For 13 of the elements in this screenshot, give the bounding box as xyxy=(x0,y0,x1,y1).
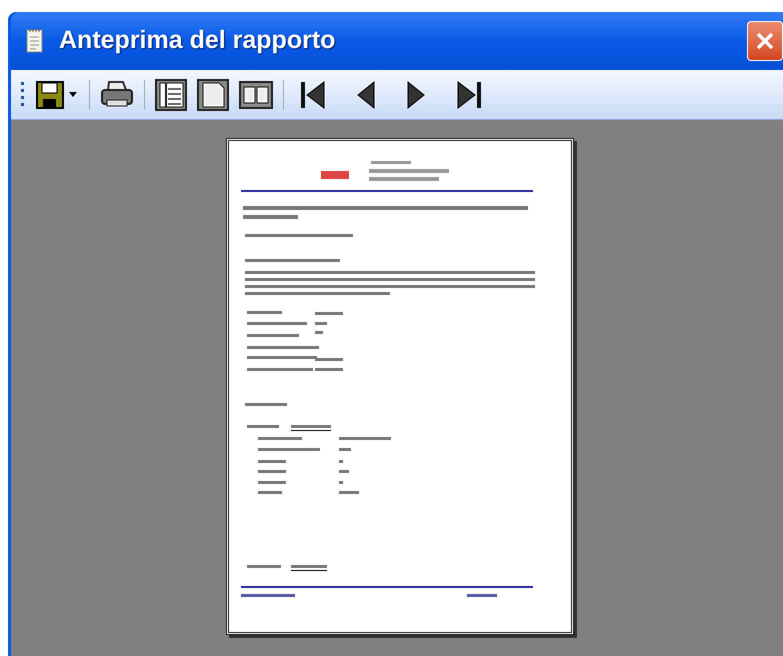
first-page-icon[interactable] xyxy=(300,80,326,110)
single-page-icon[interactable] xyxy=(197,78,229,110)
next-page-icon[interactable] xyxy=(406,80,426,110)
print-icon[interactable] xyxy=(100,80,134,110)
previous-page-icon[interactable] xyxy=(356,80,376,110)
document-icon xyxy=(25,28,45,54)
page-list-icon[interactable] xyxy=(155,78,187,110)
save-icon[interactable] xyxy=(35,80,79,110)
close-icon xyxy=(754,30,776,52)
window-title: Anteprima del rapporto xyxy=(59,25,336,56)
last-page-icon[interactable] xyxy=(456,80,482,110)
two-pages-icon[interactable] xyxy=(239,78,273,110)
close-button[interactable] xyxy=(747,21,783,61)
